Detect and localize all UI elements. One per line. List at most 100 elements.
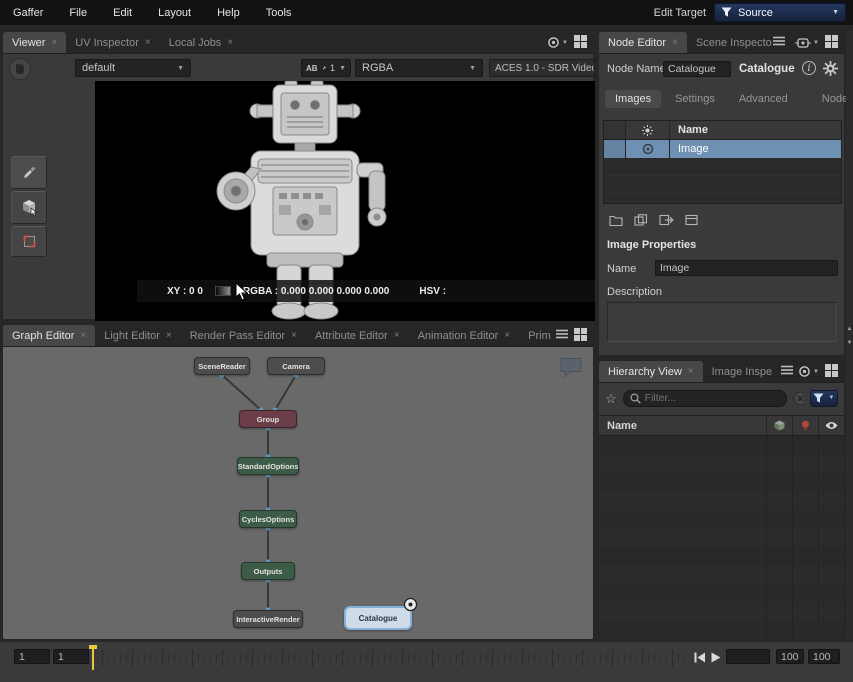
tab-prim-inspector[interactable]: Prim xyxy=(519,325,556,346)
tab-list-icon[interactable] xyxy=(556,329,568,342)
tab-uv-inspector[interactable]: UV Inspector × xyxy=(66,32,159,53)
close-icon[interactable]: × xyxy=(80,331,86,341)
frame-spinner-field[interactable] xyxy=(726,649,770,664)
tab-animation-editor[interactable]: Animation Editor × xyxy=(409,325,520,346)
description-field[interactable] xyxy=(607,302,837,342)
close-icon[interactable]: × xyxy=(688,367,694,377)
info-icon[interactable]: i xyxy=(802,61,816,75)
tab-light-editor[interactable]: Light Editor × xyxy=(95,325,181,346)
filter-menu-button[interactable]: ▼ xyxy=(810,390,838,407)
selection-tool-button[interactable] xyxy=(11,191,47,224)
view-selector-dropdown[interactable]: default ▼ xyxy=(75,59,191,77)
menu-tools[interactable]: Tools xyxy=(253,7,305,19)
editor-focus-menu[interactable]: ▼ xyxy=(795,37,819,49)
load-image-icon[interactable] xyxy=(609,214,623,226)
tab-local-jobs[interactable]: Local Jobs × xyxy=(160,32,242,53)
clear-filter-icon[interactable] xyxy=(793,391,804,406)
table-row-image[interactable]: Image xyxy=(604,140,841,158)
visibility-column-header[interactable] xyxy=(818,416,844,435)
image-name-field[interactable] xyxy=(655,260,838,276)
close-icon[interactable]: × xyxy=(166,331,172,341)
tab-render-pass-editor[interactable]: Render Pass Editor × xyxy=(181,325,306,346)
layout-grid-icon[interactable] xyxy=(825,35,838,51)
tab-viewer[interactable]: Viewer × xyxy=(3,32,66,53)
filter-search-box[interactable] xyxy=(623,390,787,407)
gear-icon[interactable] xyxy=(823,61,838,76)
close-icon[interactable]: × xyxy=(394,331,400,341)
range-end-field[interactable] xyxy=(808,649,840,664)
node-interactiverender[interactable]: InteractiveRender xyxy=(233,610,303,628)
menu-gaffer[interactable]: Gaffer xyxy=(0,7,56,19)
node-standardoptions[interactable]: StandardOptions xyxy=(237,457,299,475)
hierarchy-settings-menu[interactable]: ▼ xyxy=(798,365,819,378)
name-column-header[interactable]: Name xyxy=(599,420,766,432)
close-icon[interactable]: × xyxy=(227,38,233,48)
node-outputs[interactable]: Outputs xyxy=(241,562,295,580)
display-transform-button[interactable]: ACES 1.0 - SDR Video xyxy=(489,59,595,77)
tab-list-icon[interactable] xyxy=(781,365,793,378)
menu-help[interactable]: Help xyxy=(204,7,253,19)
node-cyclesoptions[interactable]: CyclesOptions xyxy=(239,510,297,528)
right-scrollbar[interactable]: ▲ ▼ xyxy=(846,31,853,640)
table-row xyxy=(599,547,844,565)
scroll-down-icon[interactable]: ▼ xyxy=(846,340,853,346)
crop-window-tool-button[interactable] xyxy=(11,226,47,257)
edit-target-dropdown[interactable]: Source ▼ xyxy=(714,3,846,22)
annotation-note-icon[interactable] xyxy=(559,357,583,378)
close-icon[interactable]: × xyxy=(504,331,510,341)
light-column-header[interactable] xyxy=(792,416,818,435)
close-icon[interactable]: × xyxy=(672,38,678,48)
menu-layout[interactable]: Layout xyxy=(145,7,204,19)
subtab-images[interactable]: Images xyxy=(605,90,661,108)
name-column-header[interactable]: Name xyxy=(670,124,841,136)
layout-grid-icon[interactable] xyxy=(574,328,587,344)
node-graph-canvas[interactable]: SceneReader Camera Group StandardOptions… xyxy=(3,347,593,639)
tab-hierarchy-view[interactable]: Hierarchy View × xyxy=(599,361,703,382)
bookmark-star-icon[interactable]: ☆ xyxy=(605,392,617,405)
subtab-advanced[interactable]: Advanced xyxy=(729,90,798,108)
end-frame-field[interactable] xyxy=(776,649,804,664)
menu-edit[interactable]: Edit xyxy=(100,7,145,19)
export-image-icon[interactable] xyxy=(659,214,674,226)
node-camera[interactable]: Camera xyxy=(267,357,325,375)
scene-column-header[interactable] xyxy=(766,416,792,435)
render-column-header[interactable] xyxy=(626,121,670,139)
pan-tool-button[interactable] xyxy=(9,58,31,80)
filter-input[interactable] xyxy=(645,392,780,404)
subtab-settings[interactable]: Settings xyxy=(665,90,725,108)
channel-dropdown[interactable]: RGBA ▼ xyxy=(355,59,483,77)
layout-grid-icon[interactable] xyxy=(574,35,587,51)
tab-scene-inspector[interactable]: Scene Inspecto xyxy=(687,32,773,53)
wipe-value[interactable]: 1 xyxy=(330,63,335,73)
tab-node-editor[interactable]: Node Editor × xyxy=(599,32,687,53)
board-icon[interactable] xyxy=(685,214,698,226)
close-icon[interactable]: × xyxy=(51,38,57,48)
node-catalogue[interactable]: Catalogue xyxy=(344,606,412,630)
duplicate-image-icon[interactable] xyxy=(634,214,648,226)
catalogue-image-table: Name Image xyxy=(603,120,842,204)
node-name-field[interactable] xyxy=(663,61,731,77)
viewer-panel: Viewer × UV Inspector × Local Jobs × ▼ xyxy=(2,31,594,320)
chevron-down-icon[interactable]: ▼ xyxy=(339,65,346,72)
color-inspector-tool-button[interactable] xyxy=(11,156,47,189)
play-icon[interactable] xyxy=(711,652,721,663)
tab-graph-editor[interactable]: Graph Editor × xyxy=(3,325,95,346)
layout-grid-icon[interactable] xyxy=(825,364,838,380)
playhead[interactable] xyxy=(92,646,94,670)
tab-attribute-editor[interactable]: Attribute Editor × xyxy=(306,325,409,346)
scroll-up-icon[interactable]: ▲ xyxy=(846,326,853,332)
compare-ab-button[interactable]: AB xyxy=(306,64,318,73)
current-frame-field[interactable] xyxy=(53,649,89,664)
wrench-icon[interactable] xyxy=(322,63,326,73)
viewer-settings-menu[interactable]: ▼ xyxy=(547,36,568,49)
node-group[interactable]: Group xyxy=(239,410,297,428)
menu-file[interactable]: File xyxy=(56,7,100,19)
start-frame-field[interactable] xyxy=(14,649,50,664)
close-icon[interactable]: × xyxy=(291,331,297,341)
tab-list-icon[interactable] xyxy=(773,36,785,49)
node-scenereader[interactable]: SceneReader xyxy=(194,357,250,375)
frame-ruler[interactable] xyxy=(102,647,688,669)
close-icon[interactable]: × xyxy=(145,38,151,48)
tab-image-inspector[interactable]: Image Inspe xyxy=(703,361,782,382)
skip-to-start-icon[interactable] xyxy=(694,652,706,663)
